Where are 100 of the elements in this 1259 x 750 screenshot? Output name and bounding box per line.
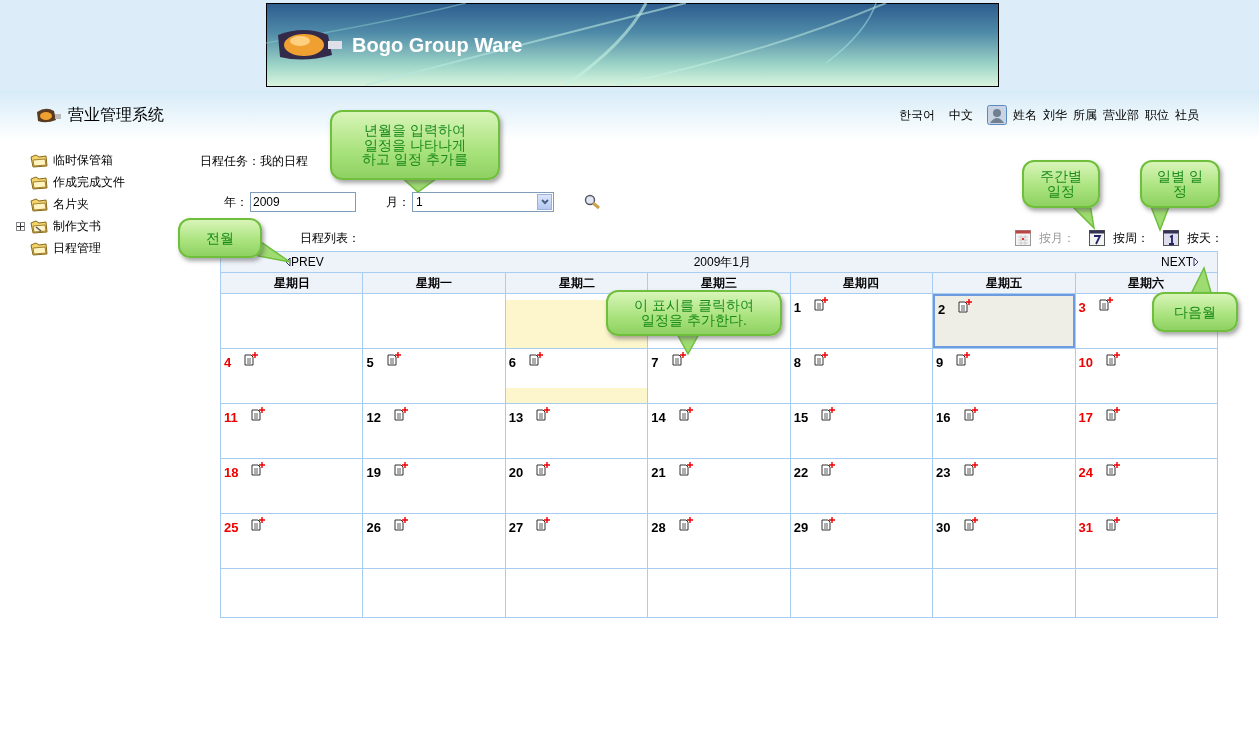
add-schedule-icon[interactable] [251,462,266,476]
day-cell[interactable]: 19 [363,459,505,513]
day-cell[interactable]: 25 [221,514,363,568]
folder-icon [30,219,48,234]
year-field[interactable]: 2009 [250,192,356,212]
day-number: 12 [366,410,381,425]
day-cell[interactable]: 17 [1075,404,1217,458]
day-cell[interactable]: 7 [648,349,790,403]
add-schedule-icon[interactable] [529,352,544,366]
add-schedule-icon[interactable] [678,407,693,421]
day-number: 25 [224,520,239,535]
calendar-icon[interactable] [1163,230,1179,246]
day-cell[interactable]: 24 [1075,459,1217,513]
day-cell[interactable]: 11 [221,404,363,458]
day-cell[interactable]: 28 [648,514,790,568]
add-schedule-icon[interactable] [963,462,978,476]
expand-toggle[interactable] [16,222,25,231]
day-cell[interactable]: 31 [1075,514,1217,568]
language-link[interactable]: 中文 [949,106,973,124]
day-cell[interactable]: 6 [505,349,648,403]
day-cell[interactable]: 10 [1075,349,1217,403]
add-schedule-icon[interactable] [1106,407,1120,421]
day-cell[interactable]: 22 [790,459,933,513]
add-schedule-icon[interactable] [963,407,978,421]
add-schedule-icon[interactable] [821,517,836,531]
day-number: 18 [224,465,239,480]
day-cell[interactable]: 15 [790,404,933,458]
next-link[interactable]: NEXT [1161,255,1199,269]
day-number: 24 [1078,465,1093,480]
add-schedule-icon[interactable] [250,407,265,421]
day-number: 13 [508,410,524,425]
add-schedule-icon[interactable] [813,352,828,366]
weekday-header: 星期一 [416,275,453,290]
add-schedule-icon[interactable] [251,517,266,531]
day-cell[interactable]: 30 [933,514,1075,568]
language-link[interactable]: 한국어 [899,106,935,124]
search-icon[interactable] [584,194,602,210]
day-cell[interactable]: 2 [933,294,1075,348]
system-title: 营业管理系统 [68,104,164,125]
weekday-header: 星期六 [1128,275,1165,290]
sidebar-item[interactable]: 临时保管箱 [53,152,113,169]
view-tab[interactable]: 按周： [1113,229,1149,247]
add-schedule-icon[interactable] [821,462,836,476]
add-schedule-icon[interactable] [678,517,693,531]
calendar-icon[interactable] [1089,230,1105,246]
day-number: 27 [508,520,524,535]
day-cell[interactable]: 21 [648,459,790,513]
day-cell[interactable]: 4 [221,349,363,403]
day-cell[interactable]: 5 [363,349,505,403]
add-schedule-icon[interactable] [678,462,693,476]
add-schedule-icon[interactable] [671,352,686,366]
user-icon [987,105,1007,125]
add-schedule-icon[interactable] [821,407,836,421]
add-schedule-icon[interactable] [963,517,978,531]
day-cell[interactable]: 29 [790,514,933,568]
day-number: 15 [793,410,809,425]
breadcrumb: 日程任务：我的日程 [200,154,308,168]
day-number: 14 [651,410,666,425]
add-schedule-icon[interactable] [1098,297,1113,311]
day-cell[interactable]: 1 [790,294,933,348]
add-schedule-icon[interactable] [393,517,408,531]
hint-tooltip: 일별 일 정 [1140,160,1220,208]
add-schedule-icon[interactable] [244,352,259,366]
day-cell[interactable]: 18 [221,459,363,513]
weekday-header: 星期日 [273,275,310,290]
sidebar-item[interactable]: 作成完成文件 [53,174,125,191]
add-schedule-icon[interactable] [1106,352,1120,366]
hint-tooltip: 다음월 [1152,292,1238,332]
view-tab[interactable]: 按天： [1187,229,1223,247]
add-schedule-icon[interactable] [393,407,408,421]
day-cell[interactable]: 8 [790,349,933,403]
day-cell[interactable]: 12 [363,404,505,458]
day-cell[interactable]: 23 [933,459,1075,513]
sidebar-item[interactable]: 制作文书 [53,218,101,235]
day-number: 7 [651,355,659,370]
add-schedule-icon[interactable] [536,407,551,421]
add-schedule-icon[interactable] [1106,517,1120,531]
month-select[interactable]: 1 [412,192,554,212]
user-name: 刘华 [1043,106,1067,124]
day-number: 29 [793,520,809,535]
add-schedule-icon[interactable] [536,462,551,476]
day-number: 23 [936,465,951,480]
add-schedule-icon[interactable] [536,517,551,531]
day-number: 20 [508,465,524,480]
day-cell[interactable]: 26 [363,514,505,568]
add-schedule-icon[interactable] [813,297,828,311]
day-cell[interactable]: 13 [505,404,648,458]
add-schedule-icon[interactable] [386,352,401,366]
add-schedule-icon[interactable] [956,352,971,366]
add-schedule-icon[interactable] [393,462,408,476]
day-cell[interactable]: 20 [505,459,648,513]
day-cell[interactable]: 14 [648,404,790,458]
sidebar-item[interactable]: 日程管理 [53,240,101,257]
day-cell[interactable]: 27 [505,514,648,568]
day-number: 30 [936,520,951,535]
day-cell[interactable]: 9 [933,349,1075,403]
add-schedule-icon[interactable] [1106,462,1120,476]
sidebar-item[interactable]: 名片夹 [53,196,89,213]
add-schedule-icon[interactable] [958,299,973,313]
day-cell[interactable]: 16 [933,404,1075,458]
